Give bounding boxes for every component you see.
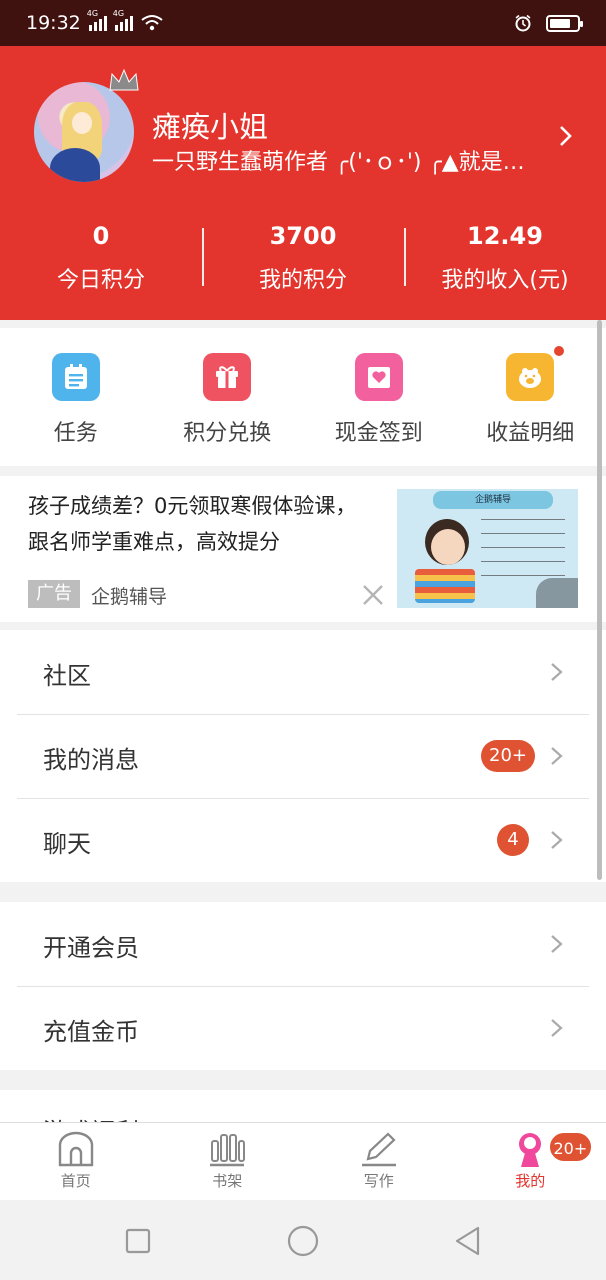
tab-home[interactable]: 首页 xyxy=(0,1123,152,1200)
stat-value: 0 xyxy=(92,222,110,250)
stat-label: 我的积分 xyxy=(258,268,347,293)
tab-label: 书架 xyxy=(212,1172,243,1190)
profile-icon xyxy=(519,1133,542,1167)
menu-group-secondary: 开通会员 充值金币 xyxy=(0,902,606,1070)
stat-value: 12.49 xyxy=(467,222,543,250)
quick-actions: 任务 积分兑换 现金签到 收益明细 xyxy=(0,328,606,466)
chevron-right-icon[interactable] xyxy=(556,124,576,148)
piggy-bank-icon xyxy=(506,353,555,401)
ad-badge: 广告 xyxy=(28,580,80,608)
stat-my-points[interactable]: 3700 我的积分 xyxy=(202,216,404,296)
bottom-tab-bar: 首页 书架 写作 20+ 我的 xyxy=(0,1122,606,1200)
status-time: 19:32 xyxy=(26,12,81,34)
menu-item-community[interactable]: 社区 xyxy=(0,630,606,714)
tab-mine[interactable]: 20+ 我的 xyxy=(455,1123,606,1200)
action-label: 现金签到 xyxy=(334,421,423,446)
chevron-right-icon xyxy=(551,747,563,765)
scrollbar[interactable] xyxy=(597,320,602,880)
chevron-right-icon xyxy=(551,935,563,953)
alarm-icon xyxy=(515,14,531,32)
ad-source: 企鹅辅导 xyxy=(91,586,168,608)
menu-group-primary: 社区 我的消息 20+ 聊天 4 xyxy=(0,630,606,882)
chevron-right-icon xyxy=(551,831,563,849)
task-list-icon xyxy=(51,353,100,401)
back-icon[interactable] xyxy=(450,1222,488,1260)
signal-icon: 4G xyxy=(87,9,107,31)
battery-icon xyxy=(546,14,583,32)
home-icon xyxy=(58,1131,93,1167)
gift-icon xyxy=(203,353,252,401)
tab-write[interactable]: 写作 xyxy=(303,1123,455,1200)
stats-bar: 0 今日积分 3700 我的积分 12.49 我的收入(元) xyxy=(0,216,606,296)
ad-text: 孩子成绩差？0元领取寒假体验课，跟名师学重难点，高效提分 xyxy=(28,494,357,554)
tab-label: 首页 xyxy=(60,1172,91,1190)
crown-icon xyxy=(109,68,139,91)
signal-icon-2: 4G xyxy=(113,9,133,31)
menu-item-label: 充值金币 xyxy=(43,1018,139,1046)
menu-item-label: 聊天 xyxy=(43,830,91,858)
divider xyxy=(17,798,589,799)
profile-bio: 一只野生蠢萌作者 ╭('･ｏ･') ╭▲就是… xyxy=(152,150,525,175)
ad-image[interactable]: 企鹅辅导 xyxy=(397,489,578,608)
pencil-icon xyxy=(361,1132,396,1167)
refresh-icon xyxy=(536,578,578,608)
action-points-exchange[interactable]: 积分兑换 xyxy=(152,328,304,466)
profile-header[interactable]: 瘫痪小姐 一只野生蠢萌作者 ╭('･ｏ･') ╭▲就是… 0 今日积分 3700… xyxy=(0,46,606,320)
menu-group-peek: 游戏福利 xyxy=(0,1090,606,1126)
ad-image-banner: 企鹅辅导 xyxy=(433,491,553,509)
menu-item-membership[interactable]: 开通会员 xyxy=(0,902,606,986)
tab-label: 写作 xyxy=(363,1172,394,1190)
profile-name: 瘫痪小姐 xyxy=(152,110,269,144)
menu-item-chat[interactable]: 聊天 4 xyxy=(0,798,606,882)
notification-dot xyxy=(551,344,566,358)
divider xyxy=(17,986,589,987)
menu-item-label: 社区 xyxy=(43,662,91,690)
recent-apps-icon[interactable] xyxy=(119,1222,157,1260)
close-icon[interactable] xyxy=(360,582,386,608)
stat-today-points[interactable]: 0 今日积分 xyxy=(0,216,202,296)
action-cash-checkin[interactable]: 现金签到 xyxy=(303,328,455,466)
action-tasks[interactable]: 任务 xyxy=(0,328,152,466)
stat-label: 我的收入(元) xyxy=(441,268,569,293)
system-nav-bar xyxy=(0,1200,606,1280)
menu-item-label: 开通会员 xyxy=(43,934,139,962)
menu-item-messages[interactable]: 我的消息 20+ xyxy=(0,714,606,798)
stat-label: 今日积分 xyxy=(56,268,145,293)
status-bar: 19:32 4G 4G xyxy=(0,0,606,46)
chevron-right-icon xyxy=(551,663,563,681)
action-label: 积分兑换 xyxy=(183,421,272,446)
stat-value: 3700 xyxy=(269,222,337,250)
tab-label: 我的 xyxy=(515,1172,546,1190)
bookshelf-icon xyxy=(210,1134,246,1167)
wifi-icon xyxy=(141,15,163,31)
menu-item-recharge-coins[interactable]: 充值金币 xyxy=(0,986,606,1070)
tab-badge: 20+ xyxy=(547,1131,594,1163)
ad-card[interactable]: 孩子成绩差？0元领取寒假体验课，跟名师学重难点，高效提分 广告 企鹅辅导 企鹅辅… xyxy=(0,476,606,622)
action-label: 任务 xyxy=(53,421,98,446)
stat-my-income[interactable]: 12.49 我的收入(元) xyxy=(404,216,606,296)
chat-count-badge: 4 xyxy=(497,824,529,856)
menu-item-label: 我的消息 xyxy=(43,746,139,774)
action-income-detail[interactable]: 收益明细 xyxy=(455,328,606,466)
heart-envelope-icon xyxy=(354,353,403,401)
tab-bookshelf[interactable]: 书架 xyxy=(152,1123,304,1200)
avatar[interactable] xyxy=(34,82,134,182)
divider xyxy=(17,714,589,715)
chevron-right-icon xyxy=(551,1019,563,1037)
action-label: 收益明细 xyxy=(486,421,575,446)
message-count-badge: 20+ xyxy=(481,740,535,772)
home-button-icon[interactable] xyxy=(284,1222,322,1260)
